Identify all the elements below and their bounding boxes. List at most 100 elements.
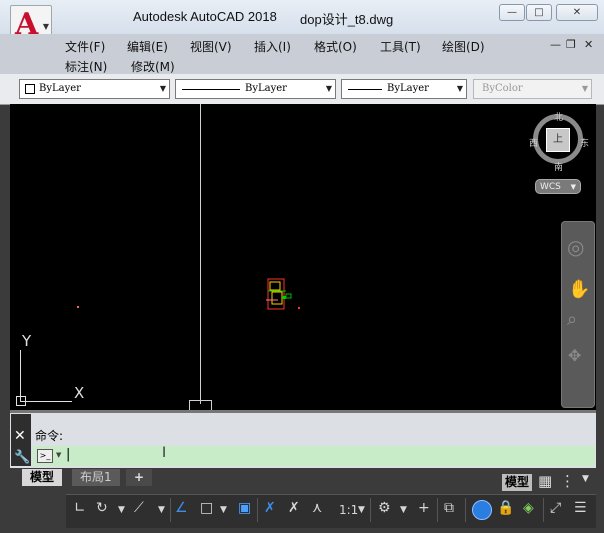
object-snap-icon[interactable]: □ — [200, 500, 213, 516]
chevron-down-icon[interactable]: ▼ — [158, 505, 165, 515]
annotation-monitor-icon[interactable]: + — [418, 500, 430, 516]
menu-format[interactable]: 格式(O) — [314, 38, 357, 55]
viewcube-face[interactable]: 上 — [546, 128, 570, 152]
app-title: Autodesk AutoCAD 2018 — [133, 9, 277, 24]
chevron-down-icon: ▼ — [570, 183, 576, 191]
lineweight-combo[interactable]: ByLayer ▼ — [341, 79, 467, 99]
status-separator — [437, 498, 438, 522]
viewcube-east[interactable]: 东 — [580, 136, 589, 149]
layer-value: ByLayer — [39, 83, 81, 94]
drawing-point — [298, 307, 300, 309]
status-separator — [465, 498, 466, 522]
ucs-y-axis — [20, 350, 21, 402]
command-input-field[interactable] — [33, 446, 595, 466]
chevron-down-icon: ▼ — [581, 84, 588, 93]
chevron-down-icon[interactable]: ▼ — [358, 505, 365, 515]
linetype-preview — [182, 89, 240, 90]
pan-hand-icon[interactable]: ✋ — [568, 279, 590, 300]
maximize-icon: □ — [534, 7, 544, 18]
command-input-value: | — [66, 447, 71, 462]
units-icon[interactable]: ⧉ — [444, 500, 454, 516]
drawing-canvas[interactable]: Y X 上 北 南 东 西 WCS ▼ ◎ ✋ ⌕ ✥ — [10, 104, 596, 410]
minimize-button[interactable]: — — [499, 4, 525, 21]
maximize-button[interactable]: □ — [526, 4, 552, 21]
linetype-value: ByLayer — [245, 83, 287, 94]
tab-layout1[interactable]: 布局1 — [72, 469, 120, 486]
chevron-down-icon[interactable]: ▼ — [400, 505, 407, 515]
wrench-icon[interactable]: 🔧 — [14, 450, 30, 465]
chevron-down-icon[interactable]: ▼ — [56, 451, 61, 459]
menu-file[interactable]: 文件(F) — [65, 38, 105, 55]
menu-modify[interactable]: 修改(M) — [131, 58, 175, 75]
grid-icon[interactable]: ▦ — [538, 472, 552, 490]
menu-dimension[interactable]: 标注(N) — [65, 58, 107, 75]
color-combo[interactable]: ByColor ▼ — [473, 79, 592, 99]
chevron-down-icon[interactable]: ▼ — [220, 505, 227, 515]
status-separator — [170, 498, 171, 522]
text-cursor-icon: I — [162, 445, 167, 461]
status-bar — [66, 494, 596, 528]
drawing-geometry[interactable] — [264, 276, 298, 312]
minimize-icon: — — [507, 7, 517, 18]
viewcube-north[interactable]: 北 — [554, 110, 563, 123]
wcs-menu[interactable]: WCS ▼ — [535, 179, 581, 194]
crosshair-line — [200, 104, 201, 404]
close-icon[interactable]: ✕ — [14, 428, 26, 444]
status-separator — [257, 498, 258, 522]
menu-tools[interactable]: 工具(T) — [380, 38, 421, 55]
document-title: dop设计_t8.dwg — [300, 12, 394, 27]
model-space-button[interactable]: 模型 — [502, 474, 533, 491]
chevron-down-icon: ▼ — [456, 84, 463, 93]
annotation-scale-icon[interactable]: ⋏ — [312, 500, 322, 516]
status-separator — [370, 498, 371, 522]
orbit-icon[interactable]: ✥ — [568, 346, 581, 365]
viewcube-south[interactable]: 南 — [554, 160, 563, 173]
workspace-gear-icon[interactable]: ⚙ — [378, 500, 391, 516]
drawing-point — [77, 306, 79, 308]
add-layout-button[interactable]: + — [126, 469, 153, 486]
lineweight-preview — [348, 89, 382, 90]
layer-combo[interactable]: ByLayer ▼ — [19, 79, 170, 99]
chevron-down-icon[interactable]: ▼ — [118, 505, 125, 515]
color-swatch-icon — [25, 84, 35, 94]
selection-cycling-icon[interactable]: ▣ — [238, 500, 251, 516]
ucs-y-label: Y — [22, 332, 32, 350]
isometric-drafting-icon[interactable]: ∠ — [175, 500, 188, 516]
isolate-objects-icon[interactable]: ◈ — [523, 500, 534, 516]
auto-scale-icon[interactable]: ✗ — [288, 500, 300, 516]
fullscreen-icon[interactable]: ⤢ — [550, 500, 561, 516]
annotation-scale-value[interactable]: 1:1 — [339, 503, 358, 517]
polar-tracking-icon[interactable]: ↻ — [96, 500, 108, 516]
annotation-visibility-icon[interactable]: ✗ — [264, 500, 276, 516]
zoom-icon[interactable]: ⌕ — [567, 309, 577, 330]
crosshair-pickbox — [189, 400, 212, 410]
status-separator — [543, 498, 544, 522]
quick-properties-icon[interactable] — [472, 500, 492, 520]
command-history: 命令: — [35, 429, 64, 443]
linetype-combo[interactable]: ByLayer ▼ — [175, 79, 336, 99]
lock-ui-icon[interactable]: 🔒 — [497, 500, 514, 516]
doc-close-icon[interactable]: ✕ — [584, 38, 593, 51]
chevron-down-icon[interactable]: ▼ — [582, 474, 589, 484]
doc-restore-icon[interactable]: ❐ — [566, 38, 576, 51]
doc-minimize-icon[interactable]: — — [550, 38, 561, 51]
tab-model[interactable]: 模型 — [22, 469, 63, 486]
ucs-x-label: X — [74, 384, 85, 402]
lineweight-value: ByLayer — [387, 83, 429, 94]
menu-draw[interactable]: 绘图(D) — [442, 38, 485, 55]
wcs-label: WCS — [540, 182, 561, 192]
command-prompt-icon[interactable]: >_ — [37, 449, 53, 463]
menu-edit[interactable]: 编辑(E) — [127, 38, 168, 55]
ucs-x-axis — [20, 401, 72, 402]
snap-icon[interactable]: ⋮ — [560, 472, 575, 490]
close-button[interactable]: ✕ — [556, 4, 598, 21]
viewcube-west[interactable]: 西 — [529, 136, 538, 149]
infer-constraints-icon[interactable]: ∟ — [74, 500, 86, 516]
steering-wheel-icon[interactable]: ◎ — [567, 235, 584, 259]
menu-insert[interactable]: 插入(I) — [254, 38, 291, 55]
customization-menu-icon[interactable]: ☰ — [574, 500, 587, 516]
color-value: ByColor — [482, 83, 523, 94]
chevron-down-icon: ▼ — [42, 22, 49, 31]
object-snap-tracking-icon[interactable]: ⟋ — [134, 500, 144, 516]
menu-view[interactable]: 视图(V) — [190, 38, 232, 55]
